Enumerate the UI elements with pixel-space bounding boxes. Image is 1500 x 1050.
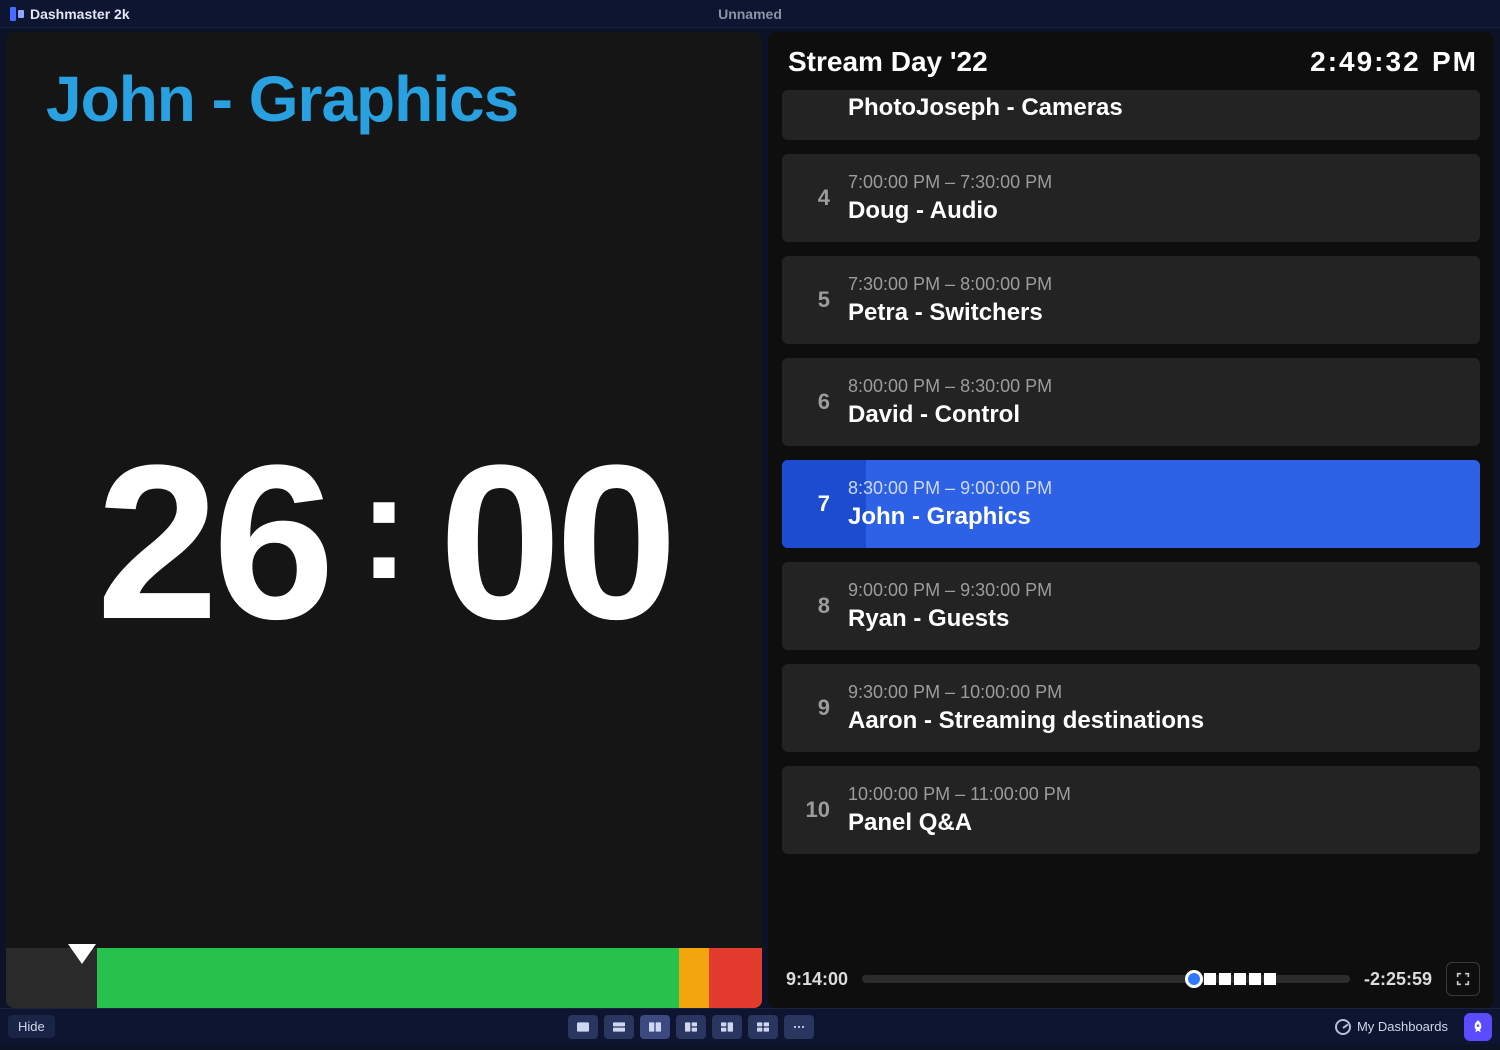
- layout-button-group: [568, 1015, 814, 1039]
- timer-seconds: 00: [439, 416, 672, 669]
- timeline-playhead-icon[interactable]: [68, 944, 96, 964]
- schedule-panel: Stream Day '22 2:49:32 PM 3PhotoJoseph -…: [768, 32, 1494, 1008]
- playhead-elapsed: 9:14:00: [786, 969, 848, 990]
- schedule-item-name: David - Control: [848, 401, 1052, 429]
- more-layouts-button[interactable]: [784, 1015, 814, 1039]
- timeline-segment-red: [709, 948, 762, 1008]
- layout-icon: [645, 1019, 665, 1035]
- schedule-item-name: Panel Q&A: [848, 809, 1071, 837]
- schedule-item-name: John - Graphics: [848, 503, 1052, 531]
- layout-option-button[interactable]: [604, 1015, 634, 1039]
- schedule-item-number: 10: [800, 797, 830, 823]
- launch-button[interactable]: [1464, 1013, 1492, 1041]
- playhead-track[interactable]: [862, 975, 1350, 983]
- schedule-item[interactable]: 4 7:00:00 PM – 7:30:00 PM Doug - Audio: [782, 154, 1480, 242]
- layout-option-button[interactable]: [568, 1015, 598, 1039]
- schedule-item-body: 9:00:00 PM – 9:30:00 PM Ryan - Guests: [848, 580, 1052, 633]
- schedule-item-number: 9: [800, 695, 830, 721]
- schedule-item-time: 10:00:00 PM – 11:00:00 PM: [848, 784, 1071, 805]
- schedule-item-name: Aaron - Streaming destinations: [848, 707, 1204, 735]
- layout-icon: [789, 1019, 809, 1035]
- countdown-panel: John - Graphics 26 : 00: [6, 32, 762, 1008]
- my-dashboards-label: My Dashboards: [1357, 1019, 1448, 1034]
- schedule-item-time: 8:30:00 PM – 9:00:00 PM: [848, 478, 1052, 499]
- schedule-item-number: 5: [800, 287, 830, 313]
- layout-icon: [753, 1019, 773, 1035]
- schedule-item-number: 7: [800, 491, 830, 517]
- layout-icon: [609, 1019, 629, 1035]
- schedule-footer: 9:14:00 -2:25:59: [782, 948, 1484, 1000]
- schedule-list[interactable]: 3PhotoJoseph - Cameras 4 7:00:00 PM – 7:30…: [782, 90, 1484, 948]
- layout-option-button[interactable]: [748, 1015, 778, 1039]
- schedule-item-time: 7:00:00 PM – 7:30:00 PM: [848, 172, 1052, 193]
- playhead-ticks: [1204, 973, 1276, 985]
- schedule-item[interactable]: 3PhotoJoseph - Cameras: [782, 90, 1480, 140]
- schedule-item-time: 9:00:00 PM – 9:30:00 PM: [848, 580, 1052, 601]
- schedule-item-name: PhotoJoseph - Cameras: [848, 94, 1123, 122]
- schedule-item-body: PhotoJoseph - Cameras: [848, 94, 1123, 122]
- layout-option-button[interactable]: [676, 1015, 706, 1039]
- playhead-remaining: -2:25:59: [1364, 969, 1432, 990]
- app-name: Dashmaster 2k: [30, 6, 130, 22]
- layout-icon: [717, 1019, 737, 1035]
- bottombar-right: My Dashboards: [1327, 1013, 1492, 1041]
- schedule-item-name: Ryan - Guests: [848, 605, 1052, 633]
- document-title: Unnamed: [0, 6, 1500, 22]
- layout-icon: [573, 1019, 593, 1035]
- countdown-timer: 26 : 00: [6, 136, 762, 948]
- fullscreen-button[interactable]: [1446, 962, 1480, 996]
- schedule-item-number: 4: [800, 185, 830, 211]
- schedule-item[interactable]: 9 9:30:00 PM – 10:00:00 PM Aaron - Streami…: [782, 664, 1480, 752]
- schedule-item[interactable]: 7 8:30:00 PM – 9:00:00 PM John - Graphics: [782, 460, 1480, 548]
- schedule-item-body: 9:30:00 PM – 10:00:00 PM Aaron - Streamin…: [848, 682, 1204, 735]
- bottombar-left: Hide: [8, 1015, 55, 1038]
- schedule-item[interactable]: 8 9:00:00 PM – 9:30:00 PM Ryan - Guests: [782, 562, 1480, 650]
- schedule-item-name: Petra - Switchers: [848, 299, 1052, 327]
- schedule-item-body: 10:00:00 PM – 11:00:00 PM Panel Q&A: [848, 784, 1071, 837]
- fullscreen-icon: [1455, 971, 1471, 987]
- hide-button[interactable]: Hide: [8, 1015, 55, 1038]
- layout-icon: [681, 1019, 701, 1035]
- app-brand[interactable]: Dashmaster 2k: [10, 6, 130, 22]
- schedule-item-time: 7:30:00 PM – 8:00:00 PM: [848, 274, 1052, 295]
- wall-clock: 2:49:32 PM: [1310, 46, 1478, 78]
- timer-minutes: 26: [96, 416, 329, 669]
- schedule-item[interactable]: 6 8:00:00 PM – 8:30:00 PM David - Control: [782, 358, 1480, 446]
- layout-option-button[interactable]: [712, 1015, 742, 1039]
- current-segment-title: John - Graphics: [6, 32, 762, 136]
- schedule-item-body: 7:00:00 PM – 7:30:00 PM Doug - Audio: [848, 172, 1052, 225]
- schedule-item-time: 9:30:00 PM – 10:00:00 PM: [848, 682, 1204, 703]
- layout-option-button[interactable]: [640, 1015, 670, 1039]
- schedule-item-number: 8: [800, 593, 830, 619]
- titlebar: Dashmaster 2k Unnamed: [0, 0, 1500, 28]
- schedule-item-body: 8:30:00 PM – 9:00:00 PM John - Graphics: [848, 478, 1052, 531]
- schedule-title: Stream Day '22: [788, 46, 988, 78]
- schedule-item-name: Doug - Audio: [848, 197, 1052, 225]
- schedule-item-body: 8:00:00 PM – 8:30:00 PM David - Control: [848, 376, 1052, 429]
- schedule-item[interactable]: 10 10:00:00 PM – 11:00:00 PM Panel Q&A: [782, 766, 1480, 854]
- playhead-knob[interactable]: [1185, 970, 1203, 988]
- schedule-header: Stream Day '22 2:49:32 PM: [782, 46, 1484, 90]
- timer-colon: :: [359, 440, 409, 613]
- segment-timeline[interactable]: [6, 948, 762, 1008]
- app-logo-icon: [10, 7, 24, 21]
- schedule-item-time: 8:00:00 PM – 8:30:00 PM: [848, 376, 1052, 397]
- gauge-icon: [1335, 1019, 1351, 1035]
- timeline-segment-yellow: [679, 948, 709, 1008]
- schedule-item-body: 7:30:00 PM – 8:00:00 PM Petra - Switchers: [848, 274, 1052, 327]
- my-dashboards-link[interactable]: My Dashboards: [1327, 1016, 1456, 1038]
- timeline-segment-green: [97, 948, 679, 1008]
- rocket-icon: [1470, 1019, 1486, 1035]
- bottom-toolbar: Hide My Dashboards: [0, 1008, 1500, 1044]
- schedule-item[interactable]: 5 7:30:00 PM – 8:00:00 PM Petra - Switcher…: [782, 256, 1480, 344]
- schedule-item-number: 6: [800, 389, 830, 415]
- content: John - Graphics 26 : 00 Stream Day '22 2…: [0, 28, 1500, 1008]
